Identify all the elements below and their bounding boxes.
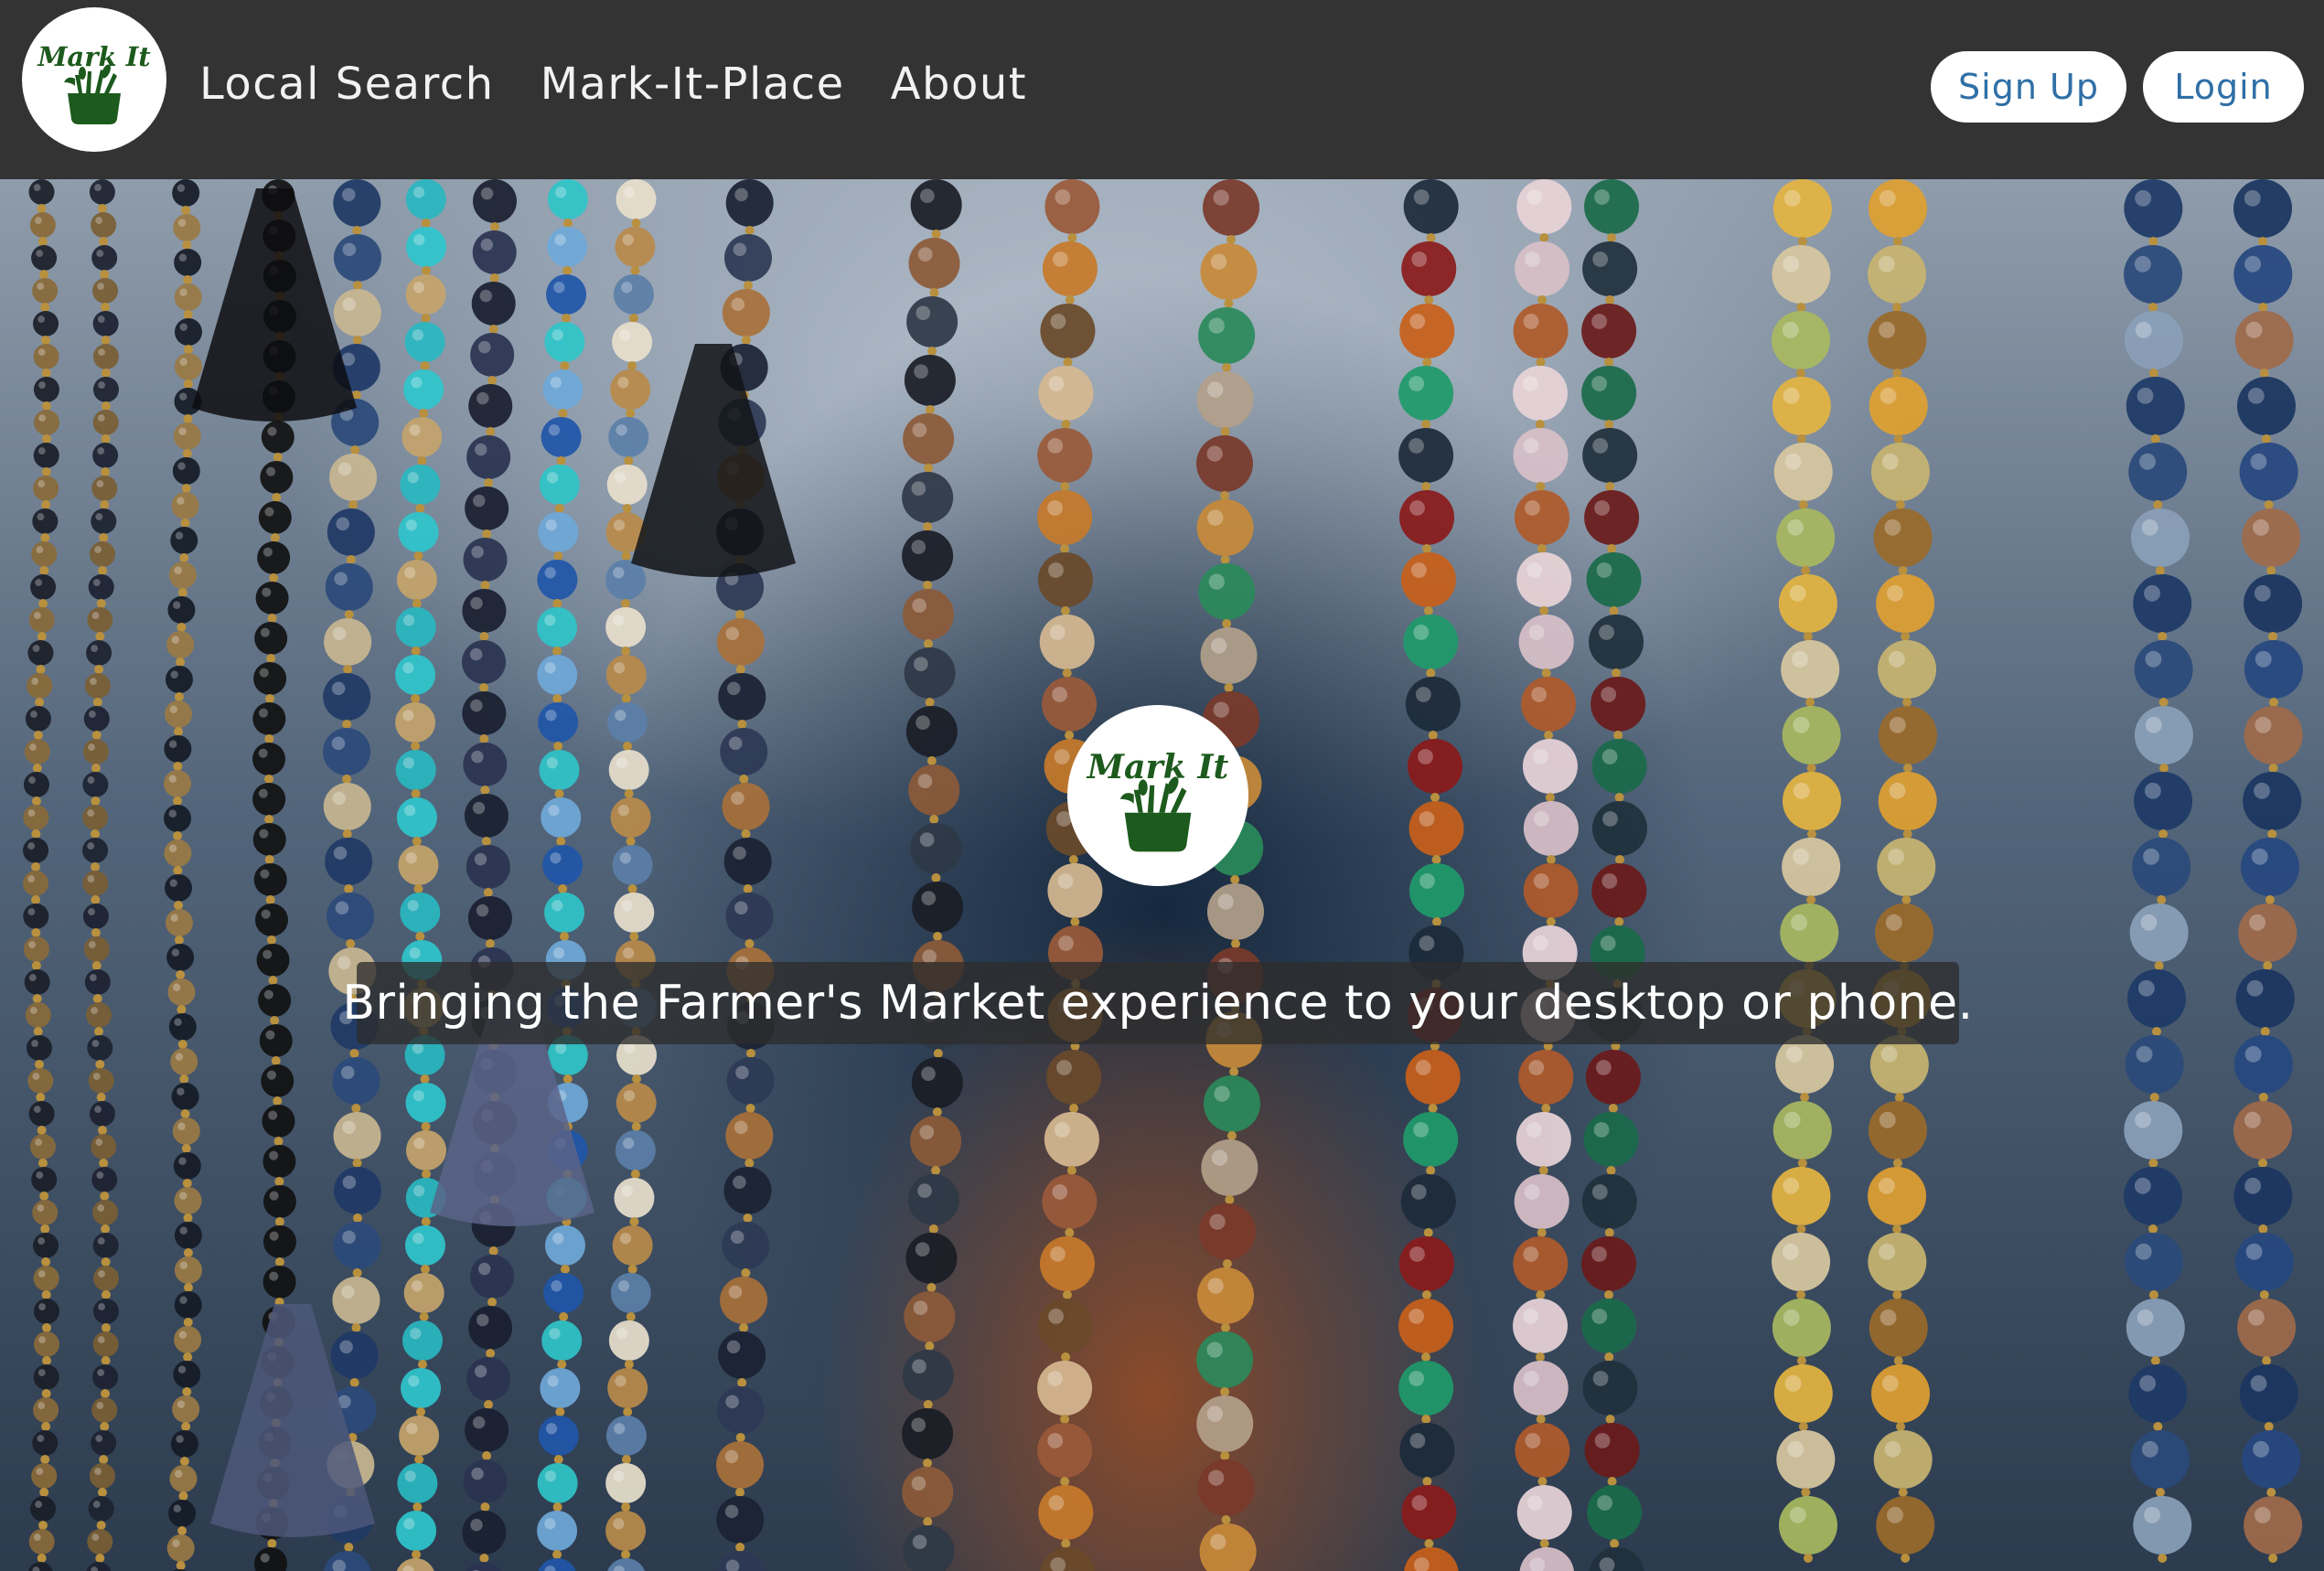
nav-link-mark-it-place[interactable]: Mark-It-Place	[541, 49, 845, 119]
basket-logo-icon: Mark It	[1086, 747, 1229, 852]
nav-link-about[interactable]: About	[891, 49, 1027, 119]
hero-banner: Mark It Bringing the Farmer's Market exp…	[0, 179, 2324, 1571]
tagline-box: Bringing the Farmer's Market experience …	[342, 962, 1973, 1044]
auth-buttons: Sign Up Login	[1914, 51, 2304, 123]
mark-it-logo[interactable]: Mark It	[22, 7, 166, 152]
hero-logo-wordmark: Mark It	[1086, 747, 1229, 786]
hero-tagline: Bringing the Farmer's Market experience …	[342, 976, 1974, 1031]
login-button[interactable]: Login	[2143, 51, 2304, 123]
sign-up-button[interactable]: Sign Up	[1931, 51, 2126, 123]
primary-nav: Local Search Mark-It-Place About	[199, 49, 1073, 119]
basket-logo-icon: Mark It	[37, 41, 151, 124]
top-navbar: Mark It Local Search Mark-It-Place About…	[0, 0, 2324, 179]
hero-logo: Mark It	[1067, 705, 1248, 886]
nav-link-local-search[interactable]: Local Search	[199, 49, 495, 119]
logo-wordmark: Mark It	[37, 41, 151, 72]
